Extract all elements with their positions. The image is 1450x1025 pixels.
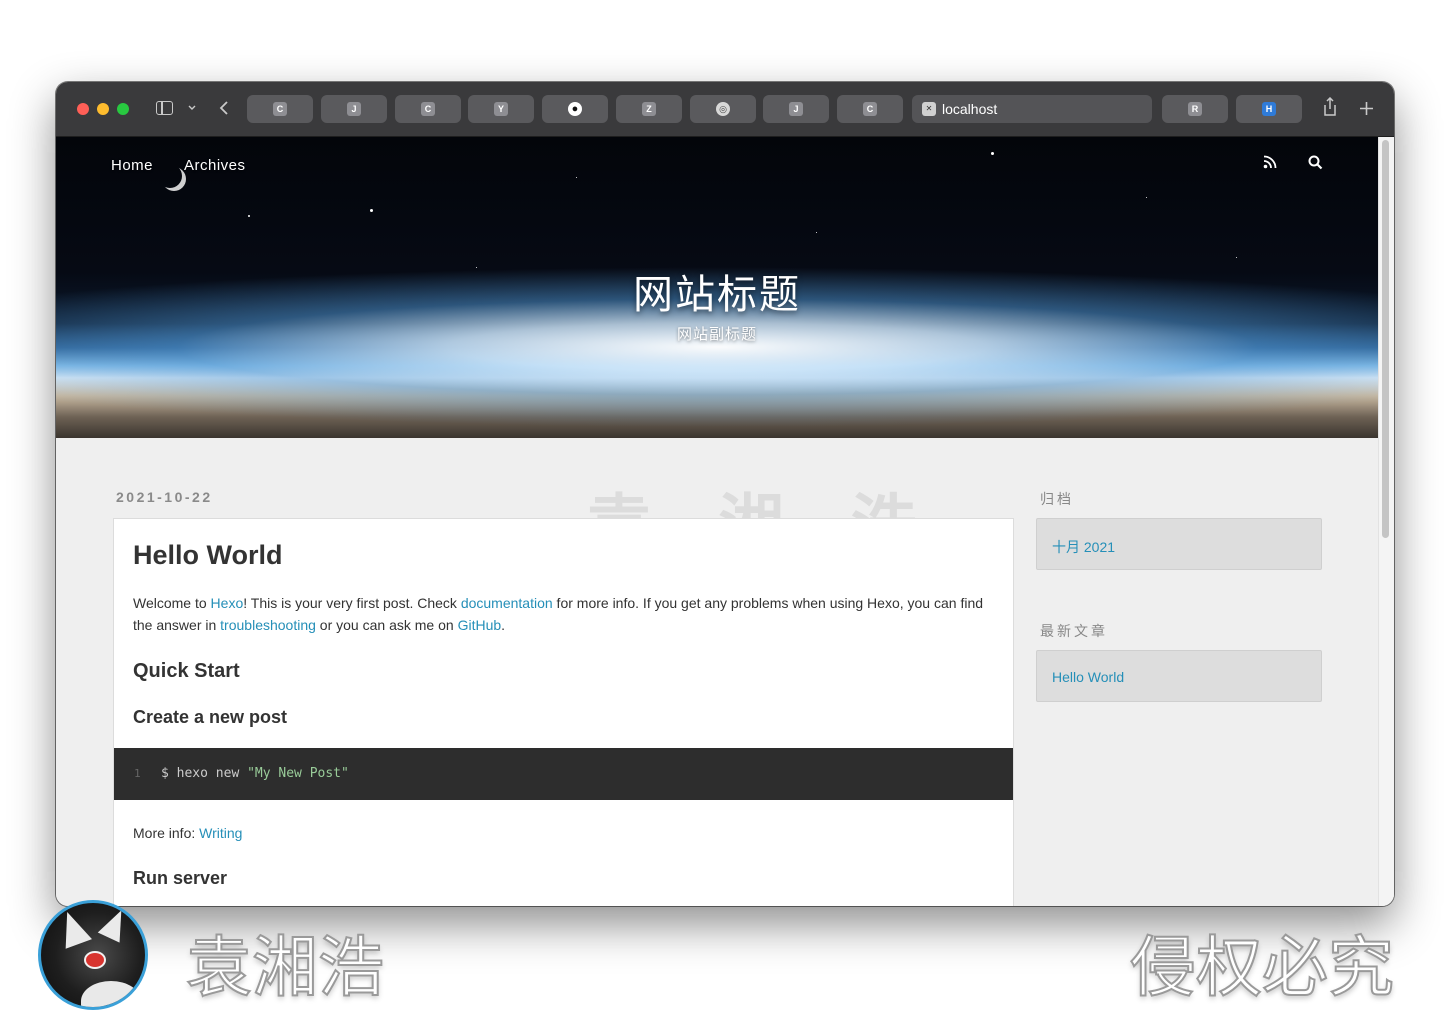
browser-tab[interactable]: ◎	[690, 95, 756, 123]
chevron-down-icon[interactable]	[188, 105, 196, 111]
hexo-link[interactable]: Hexo	[211, 595, 244, 611]
active-tab-address-bar[interactable]: ✕ localhost	[912, 95, 1152, 123]
create-post-heading: Create a new post	[133, 707, 288, 727]
j-favicon-icon: J	[789, 102, 803, 116]
nav-archives-link[interactable]: Archives	[184, 157, 246, 174]
search-icon[interactable]	[1308, 155, 1323, 170]
post-intro: Welcome to Hexo! This is your very first…	[133, 592, 983, 636]
minimize-window-button[interactable]	[97, 103, 109, 115]
browser-tab[interactable]: H	[1236, 95, 1302, 123]
new-tab-icon[interactable]	[1359, 101, 1374, 116]
author-name-watermark: 袁湘浩	[185, 928, 385, 1007]
site-subtitle: 网站副标题	[676, 326, 757, 343]
post-title[interactable]: Hello World	[133, 540, 283, 571]
code-command: $ hexo new	[161, 766, 248, 781]
code-line: $ hexo new "My New Post"	[161, 766, 349, 781]
site-header-banner: Home Archives 网站标题 网站副标题	[56, 137, 1378, 438]
browser-toolbar: C J C Y ● Z ◎ J C ✕ localhost R H	[56, 82, 1394, 137]
more-info-label: More info:	[133, 825, 200, 841]
browser-tab[interactable]: C	[247, 95, 313, 123]
site-title[interactable]: 网站标题	[56, 262, 1378, 320]
avatar-fur	[81, 981, 141, 1007]
troubleshooting-link[interactable]: troubleshooting	[220, 617, 316, 633]
j-favicon-icon: J	[347, 102, 361, 116]
intro-text: .	[501, 617, 506, 633]
archive-widget: 十月 2021	[1036, 518, 1322, 570]
r-favicon-icon: R	[1188, 102, 1202, 116]
documentation-link[interactable]: documentation	[461, 595, 553, 611]
intro-text: ! This is your very first post. Check	[243, 595, 461, 611]
author-avatar	[38, 900, 148, 1010]
post-date[interactable]: 2021-10-22	[116, 489, 213, 505]
back-icon[interactable]	[219, 100, 229, 116]
archive-month-link[interactable]: 十月 2021	[1052, 537, 1115, 557]
y-favicon-icon: Y	[494, 102, 508, 116]
c-favicon-icon: C	[421, 102, 435, 116]
c-favicon-icon: C	[863, 102, 877, 116]
h-favicon-icon: H	[1262, 102, 1276, 116]
code-string: "My New Post"	[247, 766, 349, 781]
github-link[interactable]: GitHub	[458, 617, 502, 633]
recent-posts-title: 最新文章	[1040, 623, 1108, 639]
recent-post-link[interactable]: Hello World	[1052, 669, 1124, 685]
zoom-window-button[interactable]	[117, 103, 129, 115]
globe-favicon-icon: ◎	[716, 102, 730, 116]
archive-widget-title: 归档	[1040, 491, 1074, 507]
browser-window: C J C Y ● Z ◎ J C ✕ localhost R H Home A…	[56, 82, 1394, 906]
x-favicon-icon: ✕	[922, 102, 936, 116]
browser-tab[interactable]: R	[1162, 95, 1228, 123]
star	[370, 209, 373, 212]
browser-tab[interactable]: C	[395, 95, 461, 123]
share-icon[interactable]	[1322, 97, 1338, 117]
c-favicon-icon: C	[273, 102, 287, 116]
star	[1236, 257, 1237, 258]
z-favicon-icon: Z	[642, 102, 656, 116]
browser-tab[interactable]: Y	[468, 95, 534, 123]
avatar-eye	[86, 953, 104, 967]
more-info: More info: Writing	[133, 825, 242, 841]
star	[1146, 197, 1147, 198]
scrollbar-thumb[interactable]	[1382, 140, 1389, 538]
code-line-number: 1	[134, 767, 141, 780]
nav-home-link[interactable]: Home	[111, 157, 153, 174]
avatar-ear	[54, 907, 92, 949]
browser-tab[interactable]: Z	[616, 95, 682, 123]
url-text[interactable]: localhost	[942, 101, 997, 117]
intro-text: Welcome to	[133, 595, 211, 611]
sidebar-toggle-icon[interactable]	[156, 101, 173, 115]
writing-link[interactable]: Writing	[199, 825, 242, 841]
browser-tab[interactable]: J	[763, 95, 829, 123]
avatar-ear	[97, 905, 133, 943]
browser-tab[interactable]: ●	[542, 95, 608, 123]
moon-decoration	[162, 167, 186, 191]
browser-tab[interactable]: J	[321, 95, 387, 123]
post-article: Hello World Welcome to Hexo! This is you…	[113, 518, 1014, 906]
intro-text: or you can ask me on	[315, 617, 458, 633]
web-page: Home Archives 网站标题 网站副标题 袁 湘 浩 2021-10-2…	[56, 137, 1394, 906]
rss-icon[interactable]	[1263, 155, 1277, 169]
github-favicon-icon: ●	[568, 102, 582, 116]
star	[248, 215, 250, 217]
recent-posts-widget: Hello World	[1036, 650, 1322, 702]
star	[816, 232, 817, 233]
code-block: 1 $ hexo new "My New Post"	[114, 748, 1013, 800]
close-window-button[interactable]	[77, 103, 89, 115]
star	[576, 177, 577, 178]
run-server-heading: Run server	[133, 868, 228, 888]
quick-start-heading: Quick Start	[133, 660, 240, 682]
copyright-watermark: 侵权必究	[1129, 928, 1395, 1007]
star	[991, 152, 994, 155]
browser-tab[interactable]: C	[837, 95, 903, 123]
